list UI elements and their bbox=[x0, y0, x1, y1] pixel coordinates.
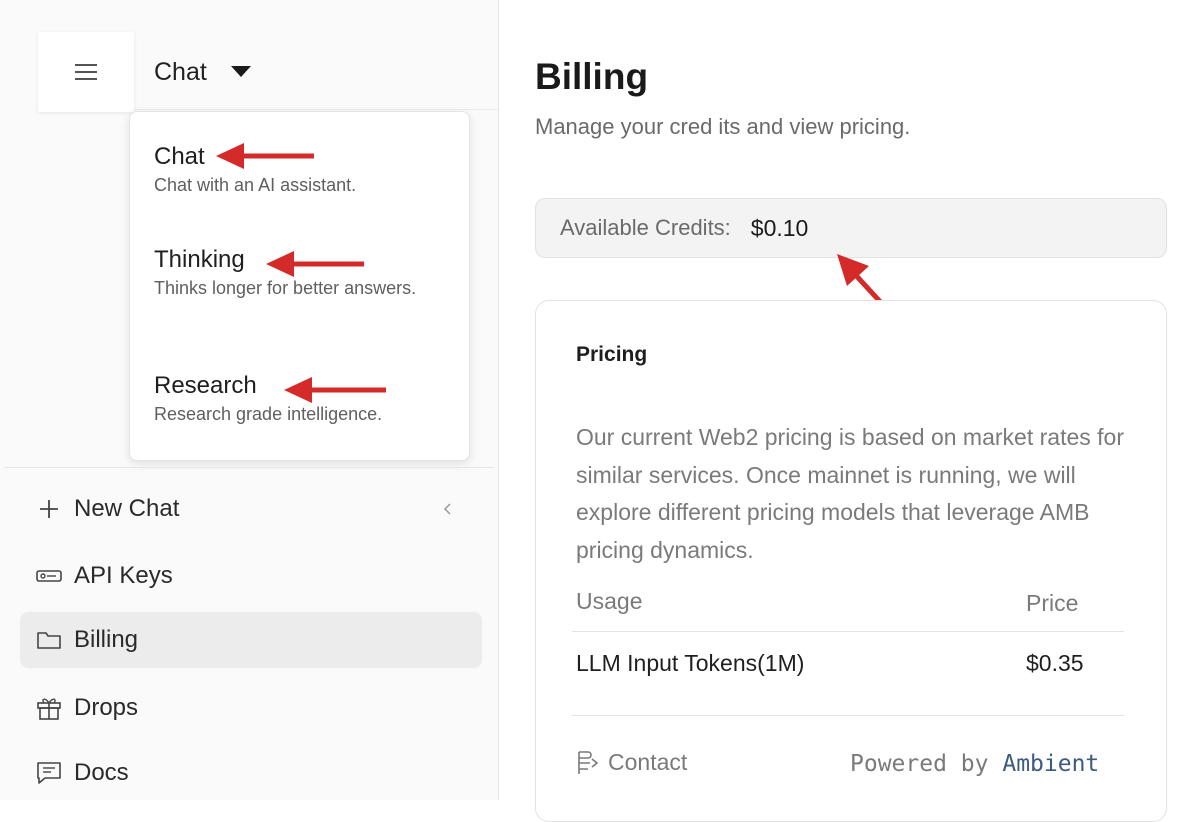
mode-selector-label: Chat bbox=[154, 57, 207, 86]
contact-arrow-icon bbox=[578, 750, 599, 774]
sidebar-item-label: New Chat bbox=[74, 495, 180, 522]
sidebar-item-drops[interactable]: Drops bbox=[20, 680, 482, 736]
message-square-icon bbox=[34, 758, 64, 788]
sidebar-item-label: Docs bbox=[74, 759, 129, 786]
mode-dropdown: Chat Chat with an AI assistant. Thinking… bbox=[129, 111, 470, 461]
caret-down-icon bbox=[230, 66, 251, 77]
powered-by-prefix: Powered by bbox=[850, 751, 989, 777]
powered-by-brand-link[interactable]: Ambient bbox=[1002, 751, 1099, 777]
table-divider bbox=[572, 631, 1124, 632]
credits-label: Available Credits: bbox=[560, 215, 731, 240]
plus-icon bbox=[34, 494, 64, 524]
sidebar-divider bbox=[4, 467, 494, 468]
annotation-arrow bbox=[266, 251, 364, 277]
sidebar-item-billing[interactable]: Billing bbox=[20, 612, 482, 668]
sidebar-item-new-chat[interactable]: New Chat bbox=[20, 481, 482, 537]
pricing-description: Our current Web2 pricing is based on mar… bbox=[576, 424, 1124, 563]
contact-label: Contact bbox=[608, 749, 688, 775]
powered-by: Powered by Ambient bbox=[850, 751, 1099, 777]
column-header-usage: Usage bbox=[576, 588, 643, 614]
pricing-card: Pricing Our current Web2 pricing is base… bbox=[535, 300, 1167, 822]
table-divider bbox=[572, 715, 1124, 716]
contact-link[interactable]: Contact bbox=[576, 749, 687, 776]
key-icon bbox=[34, 561, 64, 591]
column-header-price: Price bbox=[1026, 590, 1079, 616]
main-content: Billing Manage your cred its and view pr… bbox=[499, 0, 1200, 822]
menu-toggle-button[interactable] bbox=[38, 32, 134, 112]
table-cell-usage: LLM Input Tokens(1M) bbox=[576, 650, 805, 676]
sidebar-item-docs[interactable]: Docs bbox=[20, 745, 482, 801]
chevron-left-icon[interactable] bbox=[442, 502, 452, 516]
table-cell-price: $0.35 bbox=[1026, 650, 1084, 676]
credits-value: $0.10 bbox=[750, 214, 809, 241]
gift-icon bbox=[34, 693, 64, 723]
mode-selector[interactable]: Chat bbox=[154, 52, 251, 92]
annotation-arrow bbox=[284, 377, 386, 403]
mode-option-description: Chat with an AI assistant. bbox=[154, 175, 357, 195]
sidebar-item-label: Billing bbox=[74, 626, 139, 653]
page-title: Billing bbox=[535, 56, 649, 97]
folder-icon bbox=[34, 625, 64, 655]
sidebar-item-label: Drops bbox=[74, 694, 139, 721]
pricing-title: Pricing bbox=[576, 343, 648, 366]
sidebar-item-label: API Keys bbox=[74, 562, 173, 589]
sidebar-item-api-keys[interactable]: API Keys bbox=[20, 548, 482, 604]
page-subtitle: Manage your cred its and view pricing. bbox=[535, 114, 911, 139]
hamburger-icon bbox=[75, 64, 97, 80]
header-divider bbox=[134, 109, 498, 110]
annotation-arrow bbox=[216, 143, 314, 169]
sidebar: Chat Chat Chat with an AI assistant. Thi… bbox=[0, 0, 499, 800]
